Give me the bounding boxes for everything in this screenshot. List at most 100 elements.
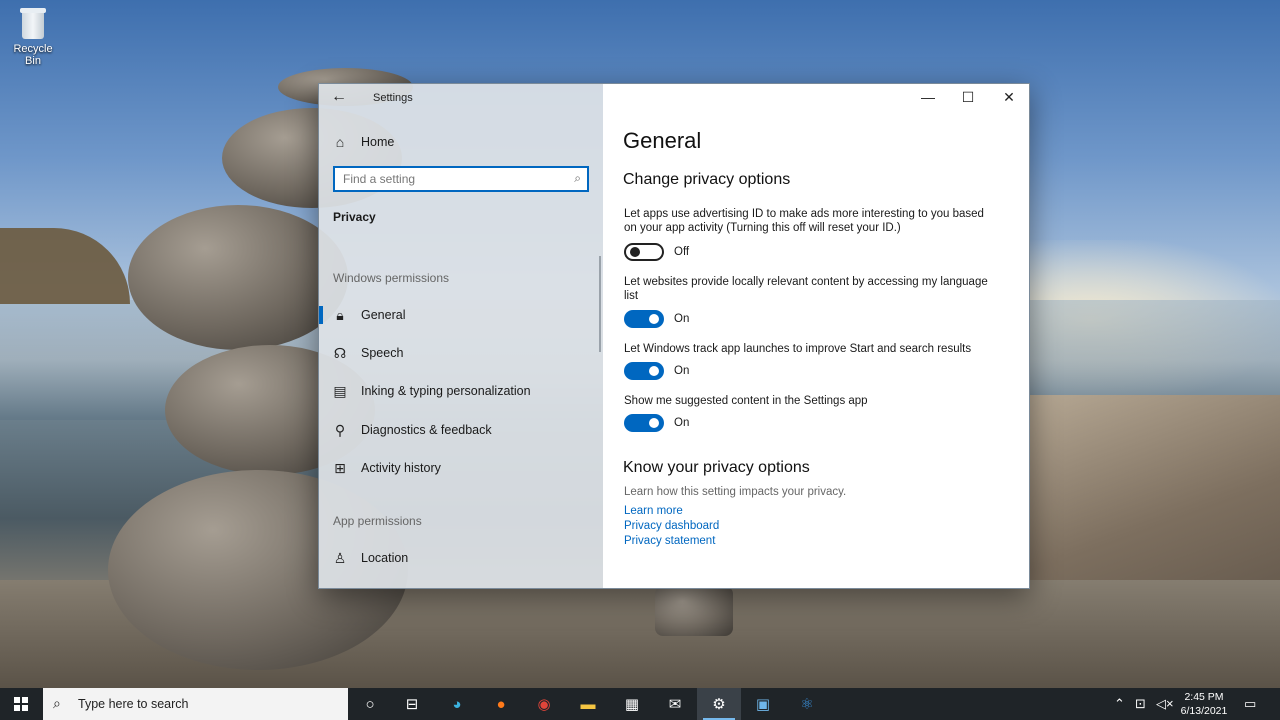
firefox-button[interactable]: ● <box>479 688 523 720</box>
lock-icon: 🔒︎ <box>336 306 344 323</box>
task-view-icon: ⊟ <box>405 696 419 713</box>
section-windows-permissions: Windows permissions <box>333 271 450 285</box>
file-explorer-button[interactable]: ▬ <box>566 688 610 720</box>
advertising-toggle-state: Off <box>674 246 690 258</box>
action-center-button[interactable]: ▭ <box>1244 688 1256 720</box>
edge-button[interactable]: ◕ <box>435 688 479 720</box>
clock-date: 6/13/2021 <box>1180 705 1228 717</box>
control-panel-icon: ▣ <box>755 696 771 713</box>
track-launches-toggle[interactable] <box>624 362 664 380</box>
language-toggle[interactable] <box>624 310 664 328</box>
store-button[interactable]: ▦ <box>610 688 654 720</box>
speech-icon: ☊ <box>333 344 347 361</box>
diagnostics-icon: ⚲ <box>334 421 346 438</box>
gear-icon: ⚙ <box>712 696 726 713</box>
sidebar-item-general[interactable]: 🔒︎ General <box>319 298 603 332</box>
section-app-permissions: App permissions <box>333 514 422 528</box>
sidebar-item-location[interactable]: ♙ Location <box>319 541 603 575</box>
sidebar-scrollbar[interactable] <box>599 256 601 352</box>
inking-icon: ▤ <box>333 382 347 399</box>
know-privacy-heading: Know your privacy options <box>623 459 810 476</box>
volume-button[interactable]: ◁× <box>1156 688 1174 720</box>
sidebar-item-label: Location <box>361 551 409 565</box>
recycle-bin[interactable]: Recycle Bin <box>4 6 62 67</box>
search-icon: ⌕ <box>53 695 61 711</box>
option-language-text: Let websites provide locally relevant co… <box>624 276 988 302</box>
back-arrow-icon[interactable]: ← <box>331 88 347 106</box>
settings-window: ← Settings ⌂ Home ⌕ Privacy Windows perm… <box>318 83 1030 589</box>
sidebar-item-label: Inking & typing personalization <box>361 384 531 398</box>
window-title: Settings <box>373 92 413 104</box>
sidebar-item-label: General <box>361 308 406 322</box>
show-hidden-icons[interactable]: ⌃ <box>1114 688 1125 720</box>
option-track-launches-text: Let Windows track app launches to improv… <box>624 343 972 355</box>
mail-icon: ✉ <box>668 696 682 713</box>
network-icon: ⊡ <box>1135 696 1146 711</box>
notification-icon: ▭ <box>1244 696 1257 711</box>
option-advertising-text: Let apps use advertising ID to make ads … <box>624 208 984 234</box>
activity-icon: ⊞ <box>334 459 346 476</box>
chevron-up-icon: ⌃ <box>1114 696 1125 711</box>
maximize-button[interactable]: ☐ <box>947 84 989 112</box>
stone-3 <box>128 205 348 350</box>
app-button[interactable]: ⚛ <box>785 688 829 720</box>
sidebar-item-diagnostics[interactable]: ⚲ Diagnostics & feedback <box>319 413 603 447</box>
sidebar-item-inking[interactable]: ▤ Inking & typing personalization <box>319 374 603 408</box>
taskbar: ⌕ Type here to search ○ ⊟ ◕ ● ◉ ▬ ▦ ✉ ⚙ … <box>0 688 1280 720</box>
home-icon: ⌂ <box>335 134 345 150</box>
close-button[interactable]: ✕ <box>988 84 1030 112</box>
sidebar-item-activity[interactable]: ⊞ Activity history <box>319 451 603 485</box>
stone-6 <box>655 586 733 636</box>
volume-muted-icon: ◁× <box>1156 696 1174 711</box>
cortana-icon: ○ <box>365 695 375 713</box>
cortana-button[interactable]: ○ <box>348 688 392 720</box>
recycle-bin-label: Recycle Bin <box>13 43 53 67</box>
taskbar-search-placeholder: Type here to search <box>78 697 189 711</box>
clock[interactable]: 2:45 PM 6/13/2021 <box>1176 690 1232 718</box>
chrome-icon: ◉ <box>537 696 551 713</box>
edge-icon: ◕ <box>452 695 462 713</box>
control-panel-button[interactable]: ▣ <box>741 688 785 720</box>
sidebar-item-label: Activity history <box>361 461 441 475</box>
location-icon: ♙ <box>333 549 347 566</box>
start-button[interactable] <box>0 688 42 720</box>
find-setting-search[interactable]: ⌕ <box>333 166 589 192</box>
privacy-dashboard-link[interactable]: Privacy dashboard <box>624 520 719 532</box>
option-suggested-content-text: Show me suggested content in the Setting… <box>624 395 868 407</box>
breadcrumb: Privacy <box>333 210 376 224</box>
change-privacy-heading: Change privacy options <box>623 171 791 188</box>
know-privacy-desc: Learn how this setting impacts your priv… <box>624 486 847 498</box>
sidebar-item-speech[interactable]: ☊ Speech <box>319 336 603 370</box>
windows-logo-icon <box>14 697 28 711</box>
sidebar-item-label: Diagnostics & feedback <box>361 423 492 437</box>
learn-more-link[interactable]: Learn more <box>624 505 683 517</box>
minimize-button[interactable]: — <box>907 84 949 112</box>
sidebar: ← Settings ⌂ Home ⌕ Privacy Windows perm… <box>319 84 603 588</box>
track-launches-toggle-state: On <box>674 365 690 377</box>
taskbar-search-box[interactable]: ⌕ Type here to search <box>43 688 348 720</box>
app-icon: ⚛ <box>800 696 814 713</box>
store-icon: ▦ <box>624 696 640 713</box>
sidebar-item-label: Home <box>361 135 395 149</box>
settings-taskbar-button[interactable]: ⚙ <box>697 688 741 720</box>
privacy-statement-link[interactable]: Privacy statement <box>624 535 715 547</box>
mail-button[interactable]: ✉ <box>653 688 697 720</box>
clock-time: 2:45 PM <box>1184 691 1224 703</box>
firefox-icon: ● <box>496 695 506 713</box>
folder-icon: ▬ <box>580 695 596 713</box>
page-title: General <box>623 128 702 153</box>
network-button[interactable]: ⊡ <box>1135 688 1146 720</box>
language-toggle-state: On <box>674 313 690 325</box>
main-content: — ☐ ✕ General Change privacy options Let… <box>603 84 1029 588</box>
search-icon: ⌕ <box>574 171 581 185</box>
suggested-content-toggle-state: On <box>674 417 690 429</box>
advertising-toggle[interactable] <box>624 243 664 261</box>
hill <box>0 228 130 304</box>
suggested-content-toggle[interactable] <box>624 414 664 432</box>
recycle-bin-icon <box>18 6 48 40</box>
sidebar-item-home[interactable]: ⌂ Home <box>319 125 603 159</box>
chrome-button[interactable]: ◉ <box>522 688 566 720</box>
search-input[interactable] <box>335 168 555 190</box>
title-bar: ← Settings <box>319 84 603 112</box>
task-view-button[interactable]: ⊟ <box>390 688 434 720</box>
